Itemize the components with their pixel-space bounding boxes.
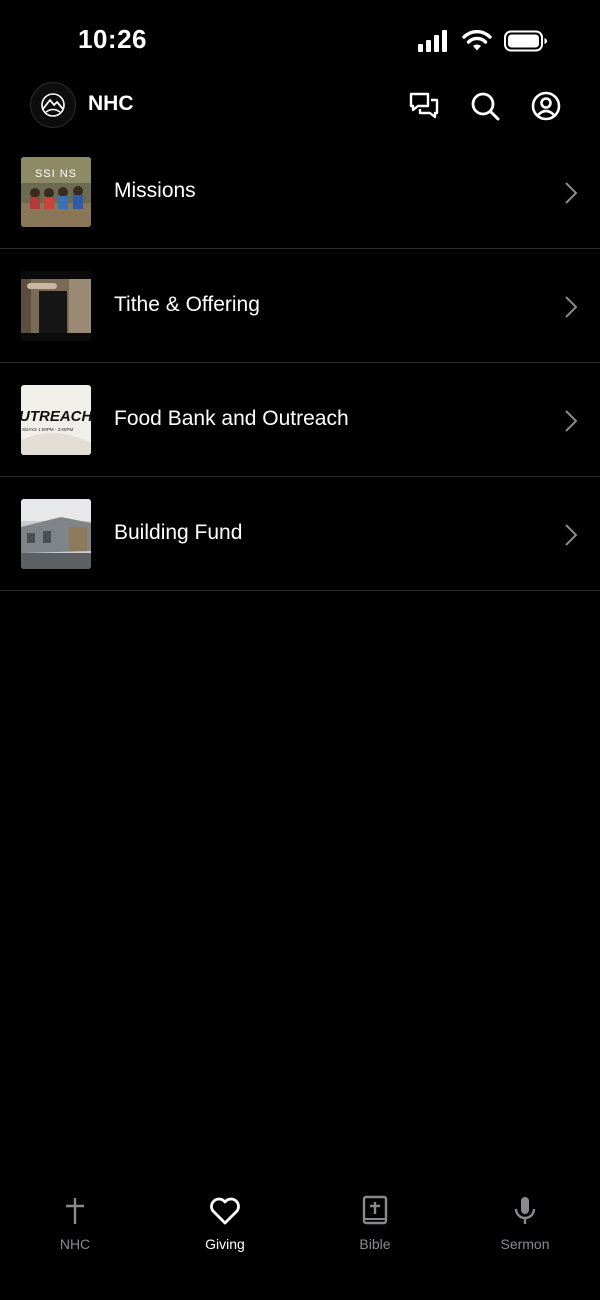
- tab-label: NHC: [59, 1236, 91, 1252]
- tab-sermon[interactable]: Sermon: [450, 1180, 600, 1300]
- tab-nhc[interactable]: NHC: [0, 1180, 150, 1300]
- list-item-missions[interactable]: SSI NS Missions: [0, 135, 600, 249]
- tab-label: Giving: [205, 1236, 245, 1252]
- chevron-right-icon: [565, 182, 578, 204]
- wifi-icon: [462, 30, 492, 51]
- svg-text:UTREACH: UTREACH: [21, 408, 91, 425]
- profile-icon: [531, 91, 561, 121]
- status-bar: 10:26: [0, 0, 600, 80]
- list-item-building-fund[interactable]: Building Fund: [0, 477, 600, 591]
- tab-label: Sermon: [500, 1236, 550, 1252]
- bible-icon: [358, 1194, 392, 1228]
- logo-icon[interactable]: [30, 82, 76, 128]
- cross-icon: [58, 1194, 92, 1228]
- tab-giving[interactable]: Giving: [150, 1180, 300, 1300]
- list-item-label: Missions: [114, 179, 196, 202]
- chat-button[interactable]: [408, 90, 440, 122]
- list-item-label: Food Bank and Outreach: [114, 407, 349, 430]
- search-button[interactable]: [469, 90, 501, 122]
- svg-text:SDAYS 1:00PM - 3:00PM: SDAYS 1:00PM - 3:00PM: [22, 427, 73, 432]
- chevron-right-icon: [565, 524, 578, 546]
- building-thumbnail: [21, 499, 91, 569]
- battery-icon: [504, 30, 547, 52]
- search-icon: [471, 92, 500, 121]
- list-item-tithe-offering[interactable]: Tithe & Offering: [0, 249, 600, 363]
- profile-button[interactable]: [530, 90, 562, 122]
- missions-thumbnail: SSI NS: [21, 157, 91, 227]
- tab-label: Bible: [359, 1236, 391, 1252]
- app-header: NHC: [0, 78, 600, 134]
- tithe-thumbnail: [21, 271, 91, 341]
- giving-list: SSI NS Missions Tithe & Offering UTREACH…: [0, 135, 600, 591]
- chevron-right-icon: [565, 296, 578, 318]
- cellular-signal-icon: [418, 30, 447, 52]
- tab-bible[interactable]: Bible: [300, 1180, 450, 1300]
- outreach-thumbnail: UTREACH SDAYS 1:00PM - 3:00PM: [21, 385, 91, 455]
- chevron-right-icon: [565, 410, 578, 432]
- list-item-label: Tithe & Offering: [114, 293, 260, 316]
- status-time: 10:26: [78, 24, 147, 54]
- tab-bar: NHC Giving Bible Sermon: [0, 1180, 600, 1300]
- list-item-label: Building Fund: [114, 521, 243, 544]
- app-title: NHC: [88, 92, 134, 115]
- list-item-food-bank[interactable]: UTREACH SDAYS 1:00PM - 3:00PM Food Bank …: [0, 363, 600, 477]
- chat-icon: [409, 92, 439, 119]
- microphone-icon: [508, 1194, 542, 1228]
- svg-text:SSI NS: SSI NS: [35, 168, 77, 180]
- heart-icon: [208, 1194, 242, 1228]
- status-icons: [418, 28, 548, 54]
